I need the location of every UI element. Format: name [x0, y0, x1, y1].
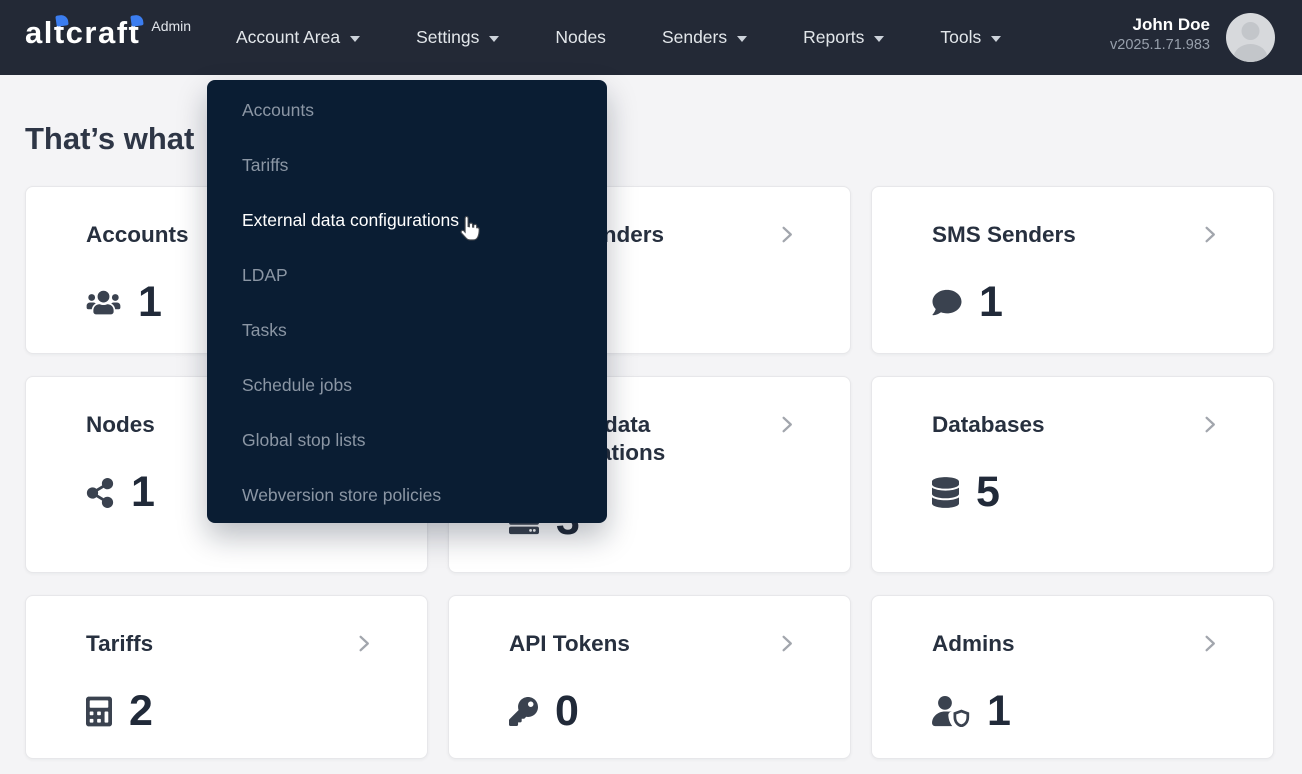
dropdown-item-label: Schedule jobs — [242, 375, 352, 395]
card-count-row: 1 — [932, 690, 1213, 733]
card-count: 2 — [129, 687, 153, 735]
chevron-right-icon — [775, 413, 798, 436]
card-title: API Tokens — [509, 631, 630, 656]
card-count: 1 — [979, 278, 1003, 326]
dropdown-item-label: Accounts — [242, 100, 314, 120]
nav-label: Settings — [416, 27, 480, 47]
comment-icon — [932, 288, 962, 317]
nav-item-nodes[interactable]: Nodes — [555, 27, 606, 48]
nav-label: Nodes — [555, 27, 606, 47]
nav-item-reports[interactable]: Reports — [803, 27, 885, 48]
calculator-icon — [86, 696, 112, 727]
altcraft-logo[interactable]: altcraft Admin — [25, 14, 192, 50]
dropdown-item-tariffs[interactable]: Tariffs — [207, 138, 607, 193]
card-count-row: 1 — [932, 281, 1213, 324]
card-api-tokens[interactable]: API Tokens 0 — [448, 595, 851, 759]
dropdown-item-accounts[interactable]: Accounts — [207, 83, 607, 138]
dropdown-item-label: Tasks — [242, 320, 287, 340]
chevron-down-icon — [489, 36, 500, 42]
nav-label: Reports — [803, 27, 865, 47]
dropdown-item-ldap[interactable]: LDAP — [207, 248, 607, 303]
key-icon — [509, 697, 538, 726]
nav-item-senders[interactable]: Senders — [661, 27, 748, 48]
card-databases[interactable]: Databases 5 — [871, 376, 1274, 573]
dropdown-item-label: Webversion store policies — [242, 485, 442, 505]
card-title: Tariffs — [86, 631, 154, 656]
dropdown-item-tasks[interactable]: Tasks — [207, 303, 607, 358]
app-version: v2025.1.71.983 — [1110, 37, 1210, 53]
chevron-down-icon — [737, 36, 748, 42]
page-title: That’s what — [25, 121, 195, 156]
chevron-down-icon — [874, 36, 885, 42]
top-navbar: altcraft Admin Account Area Settings Nod… — [0, 0, 1302, 75]
share-nodes-icon — [86, 477, 114, 508]
user-shield-icon — [932, 696, 970, 727]
chevron-right-icon — [1198, 223, 1221, 246]
chevron-right-icon — [1198, 413, 1221, 436]
card-tariffs[interactable]: Tariffs 2 — [25, 595, 428, 759]
card-title: SMS Senders — [932, 222, 1076, 247]
dropdown-item-label: Tariffs — [242, 155, 289, 175]
card-title: Databases — [932, 412, 1045, 437]
chevron-right-icon — [352, 632, 375, 655]
card-count: 1 — [131, 468, 155, 516]
account-area-dropdown: Accounts Tariffs External data configura… — [207, 80, 607, 523]
chevron-down-icon — [350, 36, 361, 42]
dropdown-item-label: External data configurations — [242, 210, 459, 230]
card-count: 1 — [138, 278, 162, 326]
card-title: Admins — [932, 631, 1015, 656]
user-info: John Doe v2025.1.71.983 — [1110, 13, 1210, 55]
hand-pointer-cursor — [460, 215, 481, 242]
database-icon — [932, 477, 959, 508]
users-icon — [86, 289, 121, 316]
nav-label: Tools — [940, 27, 982, 47]
admin-badge: Admin — [151, 18, 192, 34]
card-admins[interactable]: Admins 1 — [871, 595, 1274, 759]
main-menu: Account Area Settings Nodes Senders Repo… — [236, 0, 1002, 75]
chevron-down-icon — [991, 36, 1002, 42]
nav-item-settings[interactable]: Settings — [416, 27, 500, 48]
dropdown-item-label: Global stop lists — [242, 430, 366, 450]
nav-label: Account Area — [236, 27, 341, 47]
chevron-right-icon — [1198, 632, 1221, 655]
card-count: 0 — [555, 687, 579, 735]
nav-item-account-area[interactable]: Account Area — [236, 27, 361, 48]
dropdown-item-external-data-configurations[interactable]: External data configurations — [207, 193, 607, 248]
card-count-row: 2 — [86, 690, 367, 733]
chevron-right-icon — [775, 223, 798, 246]
user-avatar[interactable] — [1226, 13, 1275, 62]
chevron-right-icon — [775, 632, 798, 655]
card-count: 5 — [976, 468, 1000, 516]
card-count-row: 5 — [932, 471, 1213, 514]
nav-item-tools[interactable]: Tools — [940, 27, 1002, 48]
nav-label: Senders — [661, 27, 728, 47]
user-name: John Doe — [1132, 15, 1210, 34]
dropdown-item-label: LDAP — [242, 265, 288, 285]
logo-blue-flag-icon — [130, 14, 144, 27]
card-count: 1 — [987, 687, 1011, 735]
dropdown-item-schedule-jobs[interactable]: Schedule jobs — [207, 358, 607, 413]
card-sms-senders[interactable]: SMS Senders 1 — [871, 186, 1274, 354]
dropdown-item-global-stop-lists[interactable]: Global stop lists — [207, 413, 607, 468]
dropdown-item-webversion-store-policies[interactable]: Webversion store policies — [207, 468, 607, 523]
logo-wordmark: altcraft — [25, 15, 141, 50]
card-count-row: 0 — [509, 690, 790, 733]
